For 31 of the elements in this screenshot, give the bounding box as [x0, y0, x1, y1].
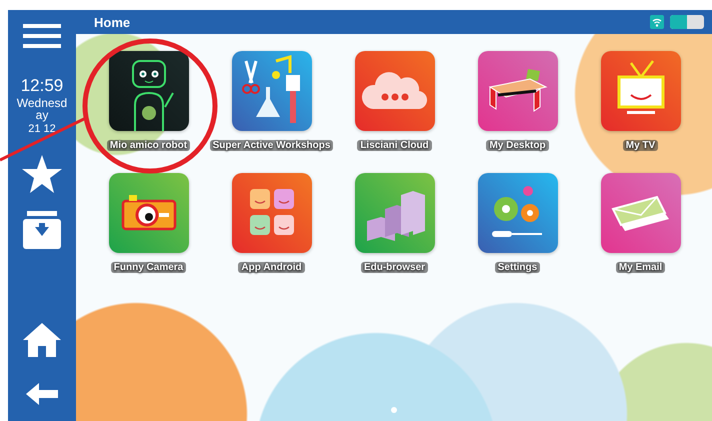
smiley-faces-icon[interactable]: [232, 173, 312, 253]
gears-icon[interactable]: [478, 173, 558, 253]
tv-icon[interactable]: [600, 51, 680, 131]
app-label[interactable]: Lisciani Cloud: [357, 140, 432, 151]
camera-icon[interactable]: [108, 173, 188, 253]
clock-date: 21 12: [28, 123, 56, 135]
app-label[interactable]: My TV: [622, 140, 658, 151]
back-arrow-icon[interactable]: [26, 383, 58, 405]
star-icon[interactable]: [22, 155, 62, 193]
home-icon[interactable]: [23, 323, 61, 357]
workshop-tools-icon[interactable]: [232, 51, 312, 131]
envelopes-icon[interactable]: [600, 173, 680, 253]
cloud-icon[interactable]: [354, 51, 434, 131]
wifi-icon: [650, 15, 664, 29]
app-label[interactable]: Settings: [494, 262, 540, 273]
page-indicator-dot[interactable]: [391, 407, 397, 413]
battery-icon: [670, 15, 704, 29]
app-label[interactable]: Mio amico robot: [106, 140, 190, 151]
app-label[interactable]: My Email: [616, 262, 666, 273]
app-label[interactable]: App Android: [238, 262, 305, 273]
clock-time: 12:59: [20, 76, 64, 96]
archive-icon[interactable]: [23, 211, 61, 249]
robot-icon[interactable]: [108, 51, 188, 131]
app-label[interactable]: Funny Camera: [110, 262, 186, 273]
app-label[interactable]: My Desktop: [486, 140, 549, 151]
app-label[interactable]: Super Active Workshops: [210, 140, 334, 151]
app-label[interactable]: Edu-browser: [360, 262, 428, 273]
screen-title: Home: [94, 14, 132, 30]
menu-icon[interactable]: [23, 24, 61, 48]
clock-day: Wednesday: [14, 97, 70, 121]
desk-icon[interactable]: [478, 51, 558, 131]
